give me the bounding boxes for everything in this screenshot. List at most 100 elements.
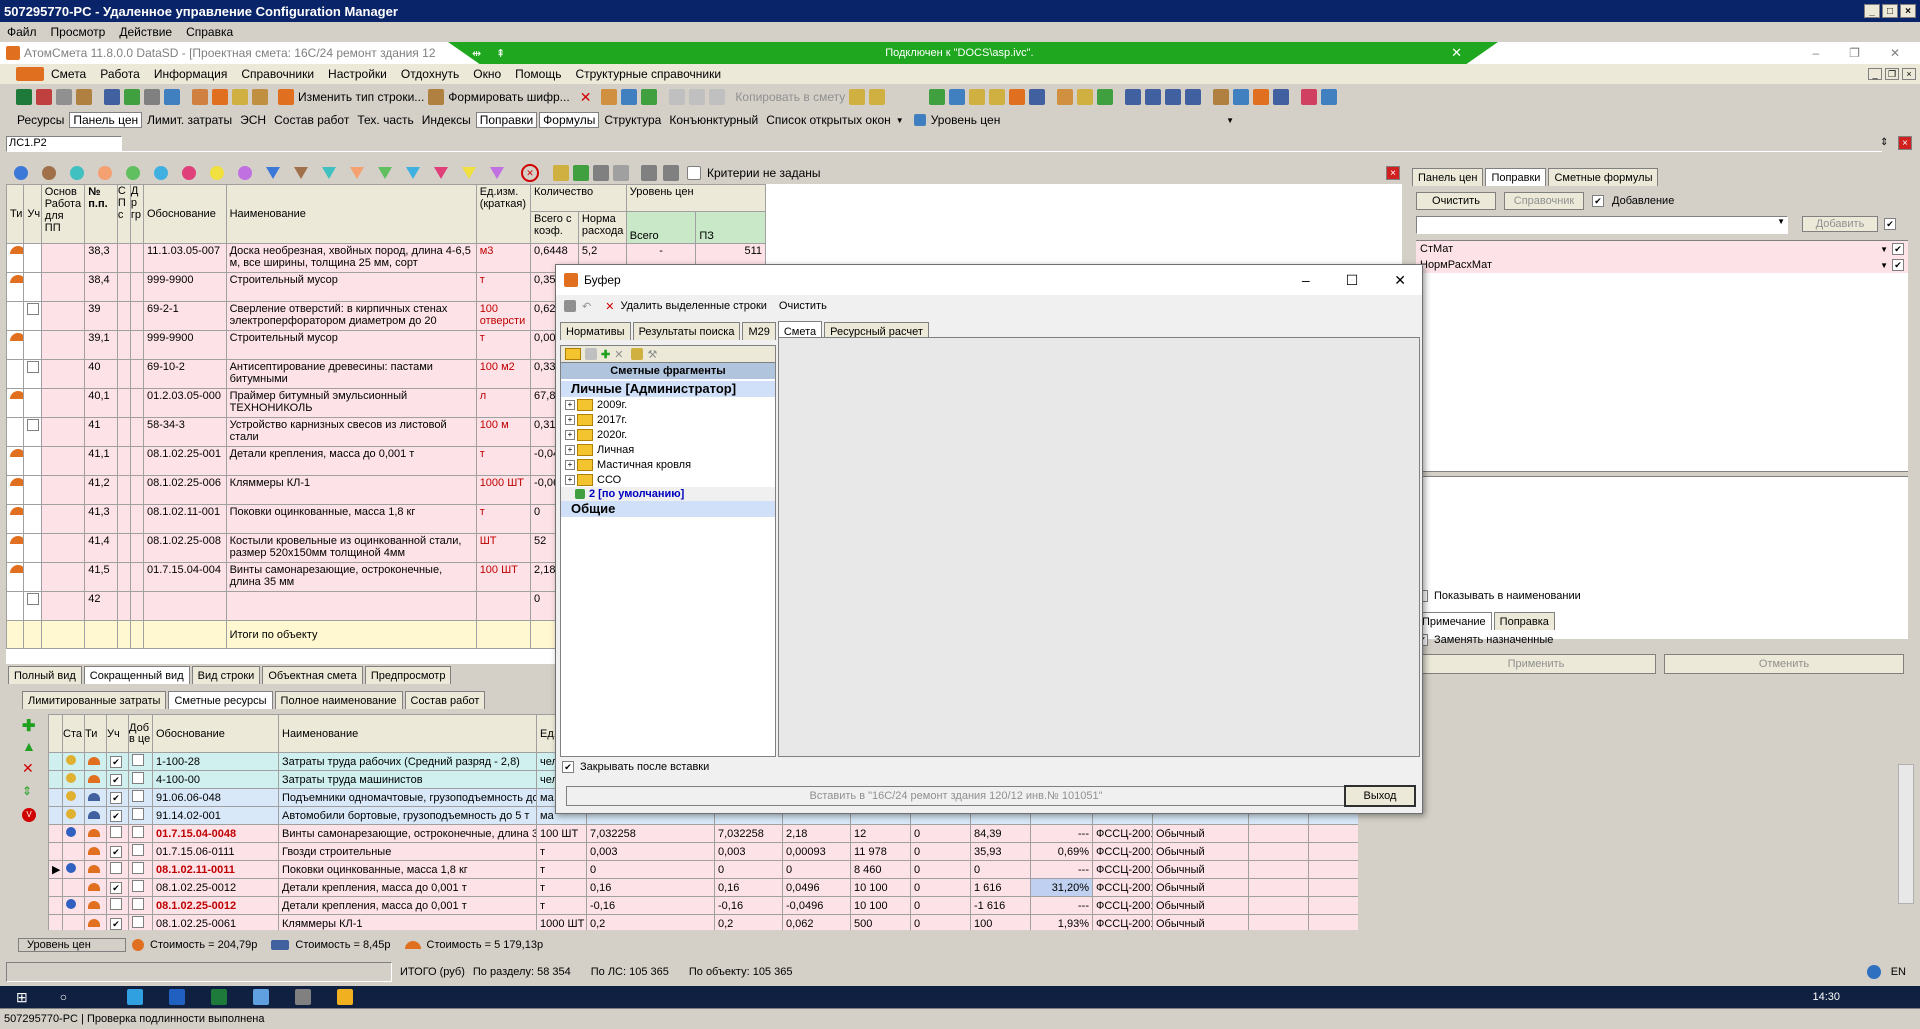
funnel-gray-icon[interactable] <box>613 165 629 181</box>
res-cell-code[interactable]: 01.7.15.06-0111 <box>152 842 279 861</box>
cell-unit[interactable]: 100 м <box>475 417 532 447</box>
funnel-brown-icon[interactable] <box>294 167 308 179</box>
res-cell-c6[interactable]: -1 616 <box>970 896 1031 915</box>
cell-name[interactable]: Доска необрезная, хвойных пород, длина 4… <box>225 243 477 273</box>
col-ut[interactable]: Уч <box>23 184 42 244</box>
filter-tool2-icon[interactable] <box>573 165 589 181</box>
taskbar-app2-icon[interactable] <box>168 989 185 1005</box>
mdi-close-button[interactable]: × <box>1902 68 1916 80</box>
cut-icon[interactable] <box>669 89 686 105</box>
filter-tool1-icon[interactable] <box>553 165 569 181</box>
res-cell-c7[interactable]: 1,93% <box>1030 914 1093 930</box>
circle-filter-pink-icon[interactable] <box>182 166 196 180</box>
buffer-stop-icon[interactable] <box>564 300 576 312</box>
pin-icon[interactable]: ⇹ <box>472 47 488 60</box>
cell-unit[interactable]: т <box>475 330 532 360</box>
cell-code[interactable]: 08.1.02.25-006 <box>142 475 227 505</box>
res-cell-code[interactable]: 08.1.02.25-0061 <box>152 914 279 930</box>
res-cell-unit[interactable]: т <box>536 878 587 897</box>
res-cell-code[interactable]: 91.14.02-001 <box>152 806 279 825</box>
expand-node-icon[interactable]: + <box>565 459 575 470</box>
cell-name[interactable]: Костыли кровельные из оцинкованной стали… <box>225 533 477 563</box>
res-cell-c3[interactable]: 2,18 <box>782 824 851 843</box>
cell-num[interactable]: 41,4 <box>84 533 118 563</box>
tool4-icon[interactable] <box>252 89 268 105</box>
res-col-obosn[interactable]: Обоснование <box>152 714 279 753</box>
col-level-pz[interactable]: ПЗ <box>695 211 766 244</box>
res-cell-unit[interactable]: т <box>536 842 587 861</box>
res-use-checkbox[interactable]: ✔ <box>110 845 122 858</box>
indent-icon[interactable] <box>1125 89 1142 105</box>
res-cell-c8[interactable]: ФССЦ-2001, 01.7.15.04 <box>1092 824 1153 843</box>
res-cell-c1[interactable]: 7,032258 <box>586 824 715 843</box>
reference-button[interactable]: Справочник <box>1504 192 1584 210</box>
apply-button[interactable]: Применить <box>1416 654 1656 674</box>
tool15-icon[interactable] <box>1029 89 1046 105</box>
menu-help[interactable]: Помощь <box>508 67 568 81</box>
search-icon[interactable]: ○ <box>60 990 67 1004</box>
outdent-icon[interactable] <box>1145 89 1162 105</box>
tool13-icon[interactable] <box>989 89 1006 105</box>
res-cell-c2[interactable]: 0,003 <box>714 842 783 861</box>
cell-name[interactable]: Строительный мусор <box>225 272 477 302</box>
tool8-icon[interactable] <box>849 89 866 105</box>
res-cell-unit[interactable]: т <box>536 896 587 915</box>
close-after-insert-checkbox[interactable]: ✔ <box>562 761 574 773</box>
res-cell-c3[interactable]: 0,0496 <box>782 878 851 897</box>
cell-code[interactable]: 69-10-2 <box>142 359 227 389</box>
mdi-restore-button[interactable]: ❐ <box>1885 68 1899 80</box>
cell-unit[interactable]: м3 <box>475 243 532 273</box>
cell-unit[interactable]: ШТ <box>475 533 532 563</box>
clear-corrections-button[interactable]: Очистить <box>1416 192 1496 210</box>
cell-name[interactable]: Устройство карнизных свесов из листовой … <box>225 417 477 447</box>
res-cell-c8[interactable]: ФССЦ-2001, 08.1.02.25 <box>1092 914 1153 930</box>
outer-maximize-button[interactable]: □ <box>1882 4 1898 18</box>
res-cell-c1[interactable]: 0,003 <box>586 842 715 861</box>
circle-filter-sky-icon[interactable] <box>154 166 168 180</box>
export-icon[interactable] <box>36 89 52 105</box>
col-qty-norm[interactable]: Норма расхода <box>577 211 627 244</box>
buffer-undo-icon[interactable]: ↶ <box>582 300 591 313</box>
chart-icon[interactable] <box>1213 89 1230 105</box>
res-cell-code[interactable]: 08.1.02.11-0011 <box>152 860 279 879</box>
expand-icon[interactable]: ⇕ <box>1880 137 1888 148</box>
tool3-icon[interactable] <box>232 89 248 105</box>
res-cell-c2[interactable]: 0,2 <box>714 914 783 930</box>
circle-filter-violet-icon[interactable] <box>238 166 252 180</box>
stop-icon[interactable]: V <box>22 808 36 822</box>
res-cell-c6[interactable]: 1 616 <box>970 878 1031 897</box>
res-col-sta[interactable]: Ста <box>62 714 85 753</box>
tree-add-icon[interactable]: ✚ <box>601 348 610 361</box>
res-cell-name[interactable]: Детали крепления, масса до 0,001 т <box>278 896 537 915</box>
res-cell-c7[interactable]: 0,69% <box>1030 842 1093 861</box>
res-use-checkbox[interactable]: ✔ <box>110 755 122 768</box>
res-cell-name[interactable]: Подъемники одномачтовые, грузоподъемност… <box>278 788 537 807</box>
res-use-checkbox[interactable]: ✔ <box>110 773 122 786</box>
expand-node-icon[interactable]: + <box>565 429 575 440</box>
tool17-icon[interactable] <box>1077 89 1094 105</box>
app-restore-icon[interactable]: ❐ <box>1849 46 1860 60</box>
cell-num[interactable]: 41 <box>84 417 118 447</box>
clear-filter-icon[interactable]: ✕ <box>521 164 539 182</box>
cell-num[interactable]: 39 <box>84 301 118 331</box>
res-cell-c6[interactable]: 100 <box>970 914 1031 930</box>
res-cell-c7[interactable]: --- <box>1030 896 1093 915</box>
cell-name[interactable]: Антисептирование древесины: пастами биту… <box>225 359 477 389</box>
resource-row[interactable]: ▶ 08.1.02.11-0011 Поковки оцинкованные, ма… <box>48 860 1358 879</box>
cell-code[interactable]: 999-9900 <box>142 330 227 360</box>
circle-filter-blue-icon[interactable] <box>14 166 28 180</box>
menu-structural[interactable]: Структурные справочники <box>568 67 728 81</box>
delete-red-icon[interactable]: ✕ <box>580 89 592 106</box>
cell-name[interactable] <box>225 591 477 621</box>
funnel-green-icon[interactable] <box>378 167 392 179</box>
change-row-type-button[interactable]: Изменить тип строки... <box>298 90 424 104</box>
right-tab-prices[interactable]: Панель цен <box>1412 168 1484 186</box>
tree-node-common[interactable]: Общие <box>561 501 775 517</box>
res-add-checkbox[interactable] <box>132 862 144 874</box>
row-checkbox[interactable] <box>27 419 40 431</box>
res-cell-c9[interactable]: Обычный <box>1152 896 1249 915</box>
res-cell-name[interactable]: Поковки оцинкованные, масса 1,8 кг <box>278 860 537 879</box>
expand-node-icon[interactable]: + <box>565 414 575 425</box>
tree-folder[interactable]: + Личная <box>561 442 775 457</box>
tool14-icon[interactable] <box>1009 89 1026 105</box>
